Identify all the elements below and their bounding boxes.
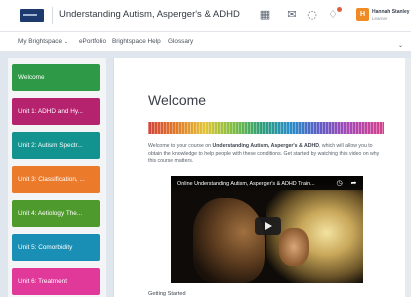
mail-icon[interactable]: ✉ [286,9,298,21]
share-icon[interactable]: ➦ [349,179,358,188]
user-role: Learner [372,16,388,21]
watch-later-icon[interactable]: ◷ [335,179,344,188]
avatar[interactable]: H [356,8,369,21]
chevron-down-icon: ⌄ [63,39,69,45]
grid-icon[interactable]: ▦ [259,9,271,21]
section-heading: Getting Started [148,291,186,297]
unit-2[interactable]: Unit 2: Autism Spectr... [12,132,100,159]
nav-my-brightspace[interactable]: My Brightspace ⌄ [18,38,68,45]
page-title: Welcome [148,92,207,108]
header-divider [52,7,53,24]
nav-eportfolio[interactable]: ePortfolio [79,38,106,45]
user-name[interactable]: Hannah Stanley [372,9,410,15]
intro-text: Welcome to your course on Understanding … [148,143,386,166]
top-header: Understanding Autism, Asperger's & ADHD … [0,0,411,32]
video-title[interactable]: Online Understanding Autism, Asperger's … [177,181,327,187]
video-player[interactable]: Online Understanding Autism, Asperger's … [171,176,363,283]
unit-6[interactable]: Unit 6: Treatment [12,268,100,295]
nav-brightspace-help[interactable]: Brightspace Help [112,38,161,45]
video-thumbnail-hand [279,228,309,266]
table-of-contents: Welcome Unit 1: ADHD and Hy... Unit 2: A… [8,58,106,297]
play-button[interactable] [255,217,281,235]
course-navbar: My Brightspace ⌄ ePortfolio Brightspace … [0,32,411,52]
rainbow-banner [148,122,384,134]
unit-5[interactable]: Unit 5: Comorbidity [12,234,100,261]
unit-4[interactable]: Unit 4: Aetiology The... [12,200,100,227]
chat-icon[interactable]: ◌ [306,9,318,21]
course-title[interactable]: Understanding Autism, Asperger's & ADHD [59,9,240,20]
nav-glossary[interactable]: Glossary [168,38,193,45]
intro-text-pre: Welcome to your course on [148,143,213,149]
unit-welcome[interactable]: Welcome [12,64,100,91]
notification-badge [337,7,342,12]
unit-3[interactable]: Unit 3: Classification, ... [12,166,100,193]
chevron-down-icon[interactable]: ⌄ [398,42,403,49]
intro-course-name: Understanding Autism, Asperger's & ADHD [212,143,319,149]
brightspace-logo[interactable] [20,9,44,22]
video-thumbnail-face [193,198,265,283]
nav-my-brightspace-label: My Brightspace [18,38,63,45]
unit-1[interactable]: Unit 1: ADHD and Hy... [12,98,100,125]
